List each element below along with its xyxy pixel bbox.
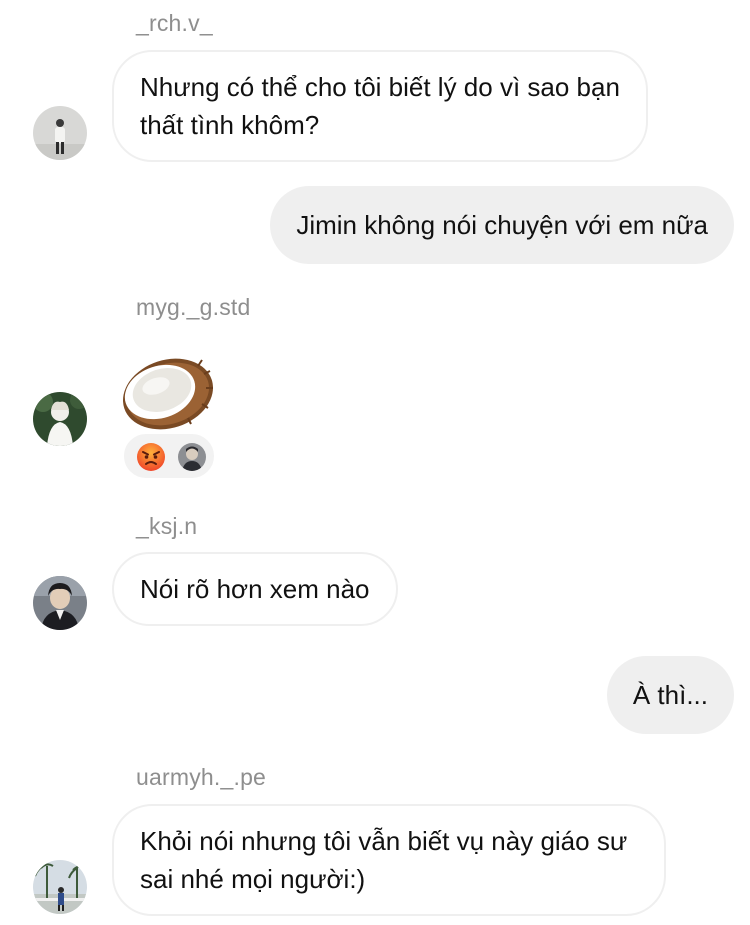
avatar[interactable] — [33, 106, 87, 160]
sender-username[interactable]: uarmyh._.pe — [136, 764, 266, 791]
avatar[interactable] — [33, 392, 87, 446]
message-bubble[interactable]: Khỏi nói nhưng tôi vẫn biết vụ này giáo … — [112, 804, 666, 916]
sender-username[interactable]: _ksj.n — [136, 513, 197, 540]
message-bubble-outgoing[interactable]: À thì... — [606, 656, 734, 734]
message-bubble[interactable]: Nói rõ hơn xem nào — [112, 552, 398, 626]
message-bubble[interactable]: Nhưng có thể cho tôi biết lý do vì sao b… — [112, 50, 648, 162]
user-avatar — [178, 443, 206, 471]
sender-username[interactable]: _rch.v_ — [136, 10, 213, 37]
coconut-sticker[interactable] — [116, 348, 216, 432]
avatar[interactable] — [33, 860, 87, 914]
message-bubble-outgoing[interactable]: Jimin không nói chuyện với em nữa — [270, 186, 734, 264]
angry-face-emoji — [136, 442, 166, 472]
avatar[interactable] — [33, 576, 87, 630]
reactions-bar[interactable] — [122, 432, 216, 480]
sender-username[interactable]: myg._g.std — [136, 294, 251, 321]
